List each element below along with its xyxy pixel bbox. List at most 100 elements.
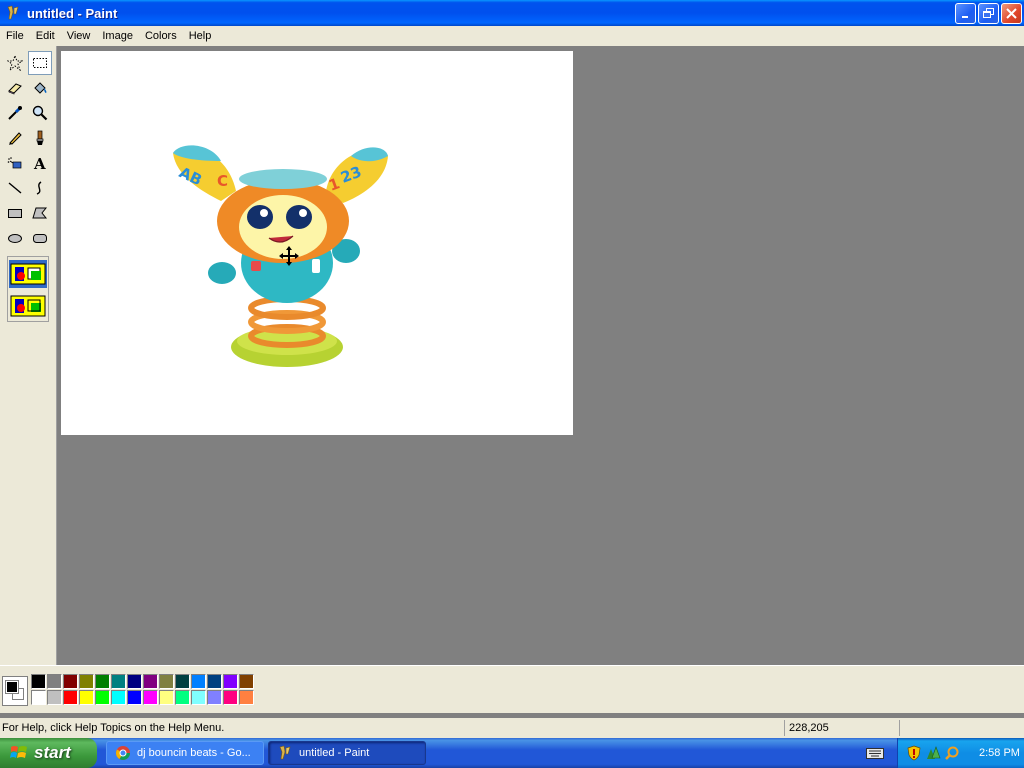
restore-icon xyxy=(983,8,994,18)
taskbar-item-paint[interactable]: untitled - Paint xyxy=(268,741,426,765)
magnifier-icon xyxy=(32,105,48,121)
tool-eraser[interactable] xyxy=(3,76,27,100)
restore-button[interactable] xyxy=(978,3,999,24)
minimize-icon xyxy=(961,15,968,18)
palette-swatch[interactable] xyxy=(79,674,94,689)
palette-swatch[interactable] xyxy=(159,674,174,689)
curve-icon xyxy=(36,181,42,195)
svg-text:C: C xyxy=(217,172,228,190)
palette-swatch[interactable] xyxy=(175,674,190,689)
foreground-color[interactable] xyxy=(5,680,19,694)
menu-help[interactable]: Help xyxy=(183,26,218,46)
menu-file[interactable]: File xyxy=(0,26,30,46)
minimize-button[interactable] xyxy=(955,3,976,24)
title-bar[interactable]: untitled - Paint xyxy=(0,0,1024,26)
start-button[interactable]: start xyxy=(0,738,97,768)
tool-brush[interactable] xyxy=(28,126,52,150)
eraser-icon xyxy=(8,83,22,95)
brush-icon xyxy=(36,130,44,145)
tool-ellipse[interactable] xyxy=(3,226,27,250)
palette-swatch[interactable] xyxy=(95,674,110,689)
tool-polygon[interactable] xyxy=(28,201,52,225)
palette-swatch[interactable] xyxy=(31,690,46,705)
chrome-icon xyxy=(116,746,130,760)
palette-swatch[interactable] xyxy=(47,674,62,689)
tool-rectangle[interactable] xyxy=(3,201,27,225)
palette-swatch[interactable] xyxy=(127,690,142,705)
menu-image[interactable]: Image xyxy=(96,26,139,46)
tool-select[interactable] xyxy=(28,51,52,75)
palette-swatch[interactable] xyxy=(239,690,254,705)
menu-colors[interactable]: Colors xyxy=(139,26,183,46)
palette-swatch[interactable] xyxy=(111,674,126,689)
taskbar-item-label: dj bouncin beats - Go... xyxy=(137,747,251,759)
palette-swatch[interactable] xyxy=(31,674,46,689)
clock: 2:58 PM xyxy=(979,747,1020,759)
transparent-selection-icon xyxy=(10,295,46,317)
svg-text:A: A xyxy=(33,155,46,171)
tool-magnifier[interactable] xyxy=(28,101,52,125)
dancing-robot-toy-image: AB C 1 23 xyxy=(173,145,388,367)
palette-swatch[interactable] xyxy=(223,674,238,689)
palette-swatch[interactable] xyxy=(159,690,174,705)
rectangle-icon xyxy=(8,209,22,218)
tool-pencil[interactable] xyxy=(3,126,27,150)
palette-swatch[interactable] xyxy=(143,674,158,689)
keyboard-icon[interactable] xyxy=(866,746,884,760)
tool-curve[interactable] xyxy=(28,176,52,200)
status-size xyxy=(899,720,1024,736)
drawing-canvas[interactable]: AB C 1 23 xyxy=(61,51,573,435)
palette-swatch[interactable] xyxy=(63,690,78,705)
tool-pick-color[interactable] xyxy=(3,101,27,125)
transparent-selection-option[interactable] xyxy=(9,292,47,320)
menu-edit[interactable]: Edit xyxy=(30,26,61,46)
rect-select-icon xyxy=(33,58,47,68)
taskbar-item-label: untitled - Paint xyxy=(299,747,370,759)
start-label: start xyxy=(34,743,71,762)
palette-swatch[interactable] xyxy=(47,690,62,705)
color-box xyxy=(0,665,1024,713)
tool-airbrush[interactable] xyxy=(3,151,27,175)
palette-swatch[interactable] xyxy=(63,674,78,689)
palette-swatch[interactable] xyxy=(239,674,254,689)
palette-swatch[interactable] xyxy=(95,690,110,705)
tool-line[interactable] xyxy=(3,176,27,200)
palette-swatch[interactable] xyxy=(207,690,222,705)
palette-swatch[interactable] xyxy=(175,690,190,705)
menu-bar: File Edit View Image Colors Help xyxy=(0,26,1024,46)
airbrush-icon xyxy=(7,157,22,169)
polygon-icon xyxy=(32,207,48,219)
palette-swatch[interactable] xyxy=(191,674,206,689)
tool-options xyxy=(7,256,49,322)
menu-view[interactable]: View xyxy=(61,26,97,46)
workspace: AB C 1 23 xyxy=(57,46,1024,665)
tool-free-form-select[interactable] xyxy=(3,51,27,75)
network-icon[interactable] xyxy=(925,745,941,761)
opaque-selection-option[interactable] xyxy=(9,260,47,288)
paint-icon xyxy=(7,5,19,20)
opaque-selection-icon xyxy=(10,263,46,285)
tool-text[interactable]: A xyxy=(28,151,52,175)
taskbar-item-chrome[interactable]: dj bouncin beats - Go... xyxy=(106,741,264,765)
palette-swatch[interactable] xyxy=(207,674,222,689)
color-palette xyxy=(31,674,255,706)
ellipse-icon xyxy=(8,234,22,243)
eyedropper-icon xyxy=(8,106,22,120)
security-shield-icon[interactable] xyxy=(906,745,922,761)
tool-fill-with-color[interactable] xyxy=(28,76,52,100)
rounded-rectangle-icon xyxy=(33,234,47,243)
paint-icon xyxy=(279,745,291,760)
paint-bucket-icon xyxy=(34,82,47,94)
line-icon xyxy=(8,182,22,194)
palette-swatch[interactable] xyxy=(191,690,206,705)
palette-swatch[interactable] xyxy=(143,690,158,705)
palette-swatch[interactable] xyxy=(127,674,142,689)
close-button[interactable] xyxy=(1001,3,1022,24)
tool-rounded-rectangle[interactable] xyxy=(28,226,52,250)
close-icon xyxy=(1006,8,1017,19)
palette-swatch[interactable] xyxy=(79,690,94,705)
current-colors[interactable] xyxy=(2,676,28,706)
palette-swatch[interactable] xyxy=(223,690,238,705)
palette-swatch[interactable] xyxy=(111,690,126,705)
search-icon[interactable] xyxy=(944,745,960,761)
